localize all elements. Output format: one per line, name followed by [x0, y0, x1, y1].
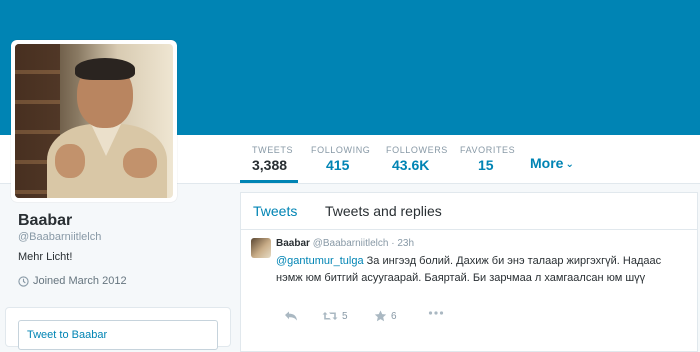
more-options-button[interactable]	[428, 307, 444, 319]
tweet-author-handle[interactable]: @Baabarniitlelch	[313, 238, 389, 249]
stat-favorites-label: FAVORITES	[460, 145, 516, 155]
star-icon	[374, 310, 387, 322]
stat-tweets-label: TWEETS	[252, 145, 294, 155]
profile-handle[interactable]: @Baabarniitlelch	[18, 231, 101, 243]
tweet-header: Baabar @Baabarniitlelch · 23h	[276, 238, 414, 249]
stat-followers-label: FOLLOWERS	[386, 145, 448, 155]
avatar-hair-decor	[75, 58, 135, 80]
tweet-to-panel: Tweet to Baabar	[5, 307, 231, 350]
stat-following-value: 415	[326, 157, 350, 173]
stat-following-label: FOLLOWING	[311, 145, 371, 155]
stat-favorites[interactable]: FAVORITES 15	[460, 135, 515, 183]
tweet-item[interactable]: Baabar @Baabarniitlelch · 23h @gantumur_…	[241, 230, 697, 330]
profile-name[interactable]: Baabar	[18, 212, 72, 230]
stat-tweets[interactable]: TWEETS 3,388	[240, 135, 298, 183]
tweet-mention-link[interactable]: @gantumur_tulga	[276, 255, 364, 267]
timeline-stream: Tweets Tweets and replies Baabar @Baabar…	[240, 192, 698, 352]
tab-tweets-and-replies[interactable]: Tweets and replies	[325, 203, 442, 219]
profile-joined-text: Joined March 2012	[33, 275, 127, 287]
reply-icon	[285, 311, 297, 321]
avatar-hand-decor	[55, 144, 85, 178]
stat-favorites-value: 15	[478, 157, 494, 173]
more-button-label: More	[530, 155, 564, 171]
profile-avatar-frame[interactable]	[11, 40, 177, 202]
retweet-icon	[322, 312, 338, 320]
more-button[interactable]: More ⌄	[530, 155, 574, 171]
stat-followers[interactable]: FOLLOWERS 43.6K	[386, 135, 448, 183]
chevron-down-icon: ⌄	[565, 159, 574, 170]
favorite-button[interactable]: 6	[374, 310, 397, 322]
retweet-count: 5	[342, 310, 348, 322]
retweet-button[interactable]: 5	[322, 310, 348, 322]
favorite-count: 6	[391, 310, 397, 322]
reply-button[interactable]	[284, 310, 298, 322]
tweet-author-name[interactable]: Baabar	[276, 238, 310, 249]
stat-followers-value: 43.6K	[392, 157, 430, 173]
stat-tweets-value: 3,388	[252, 157, 288, 173]
stat-following[interactable]: FOLLOWING 415	[311, 135, 370, 183]
tweet-separator: ·	[391, 238, 395, 249]
tab-tweets[interactable]: Tweets	[253, 203, 297, 219]
profile-bio: Mehr Licht!	[18, 251, 73, 263]
profile-joined: Joined March 2012	[18, 275, 127, 287]
avatar-hand-decor	[123, 148, 157, 178]
tweet-timestamp[interactable]: 23h	[397, 238, 414, 249]
avatar	[15, 44, 173, 198]
more-dots-icon	[428, 311, 444, 315]
tweet-avatar[interactable]	[251, 238, 271, 258]
timeline-tabs: Tweets Tweets and replies	[241, 193, 697, 230]
clock-icon	[18, 275, 29, 287]
tweet-to-input[interactable]: Tweet to Baabar	[18, 320, 218, 350]
tweet-text: @gantumur_tulga За ингээд болий. Дахиж б…	[276, 253, 686, 287]
